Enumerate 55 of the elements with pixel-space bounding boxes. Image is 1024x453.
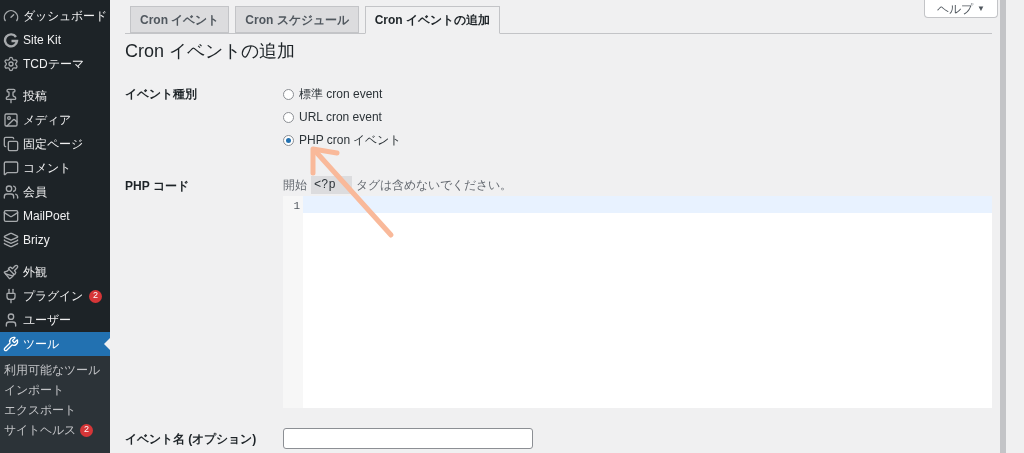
plug-icon <box>3 288 19 304</box>
dropdown-caret-icon: ▼ <box>977 2 985 15</box>
submenu-item[interactable]: エクスポート <box>0 400 110 420</box>
help-button[interactable]: ヘルプ ▼ <box>924 0 998 18</box>
comment-icon <box>3 160 19 176</box>
sidebar-item[interactable]: コメント <box>0 156 110 180</box>
sidebar-item[interactable]: Brizy <box>0 228 110 252</box>
page-title: Cron イベントの追加 <box>125 40 296 63</box>
layers-icon <box>3 232 19 248</box>
sidebar-item[interactable]: ダッシュボード <box>0 4 110 28</box>
field-label: イベント種別 <box>125 86 198 103</box>
count-badge: 2 <box>80 423 93 437</box>
tab[interactable]: Cron イベント <box>130 6 230 33</box>
hint-text: 開始 <box>283 177 307 194</box>
submenu-item[interactable]: 利用可能なツール <box>0 360 110 380</box>
users-icon <box>3 184 19 200</box>
field-label: PHP コード <box>125 178 190 195</box>
sidebar-item[interactable]: ツール <box>0 332 110 356</box>
sidebar-item[interactable]: MailPoet <box>0 204 110 228</box>
submenu-item[interactable]: インポート <box>0 380 110 400</box>
sidebar-item[interactable]: プラグイン 2 <box>0 284 110 308</box>
event-name-input[interactable] <box>283 428 533 449</box>
submenu-item[interactable]: サイトヘルス 2 <box>0 420 110 440</box>
code-editor[interactable]: 1 <box>283 196 992 408</box>
sidebar-item[interactable]: 外観 <box>0 260 110 284</box>
field-label: イベント名 (オプション) <box>125 430 258 448</box>
radio-button[interactable] <box>283 111 294 123</box>
sidebar-item[interactable]: 投稿 <box>0 84 110 108</box>
radio-label: PHP cron イベント <box>299 132 402 149</box>
pin-icon <box>3 88 19 104</box>
wrench-icon <box>3 336 19 352</box>
line-number: 1 <box>293 199 300 214</box>
radio-button[interactable] <box>283 134 294 146</box>
paintbrush-icon <box>3 264 19 280</box>
radio-label: URL cron event <box>299 109 382 126</box>
g-logo-icon <box>3 32 19 48</box>
gauge-icon <box>3 8 19 24</box>
count-badge: 2 <box>89 289 102 303</box>
user-icon <box>3 312 19 328</box>
sidebar-item[interactable]: Site Kit <box>0 28 110 52</box>
sidebar-item[interactable]: 会員 <box>0 180 110 204</box>
radio-label: 標準 cron event <box>299 86 383 103</box>
media-icon <box>3 112 19 128</box>
hint-text: タグは含めないでください。 <box>355 177 512 194</box>
sidebar-item[interactable]: メディア <box>0 108 110 132</box>
tab[interactable]: Cron イベントの追加 <box>364 6 501 34</box>
tab[interactable]: Cron スケジュール <box>235 6 359 33</box>
radio-button[interactable] <box>283 88 294 100</box>
gear-icon <box>3 56 19 72</box>
current-pointer-icon <box>104 338 110 350</box>
mail-icon <box>3 208 19 224</box>
sidebar-item[interactable]: 固定ページ <box>0 132 110 156</box>
pages-icon <box>3 136 19 152</box>
sidebar-item[interactable]: ユーザー <box>0 308 110 332</box>
sidebar-item[interactable]: TCDテーマ <box>0 52 110 76</box>
